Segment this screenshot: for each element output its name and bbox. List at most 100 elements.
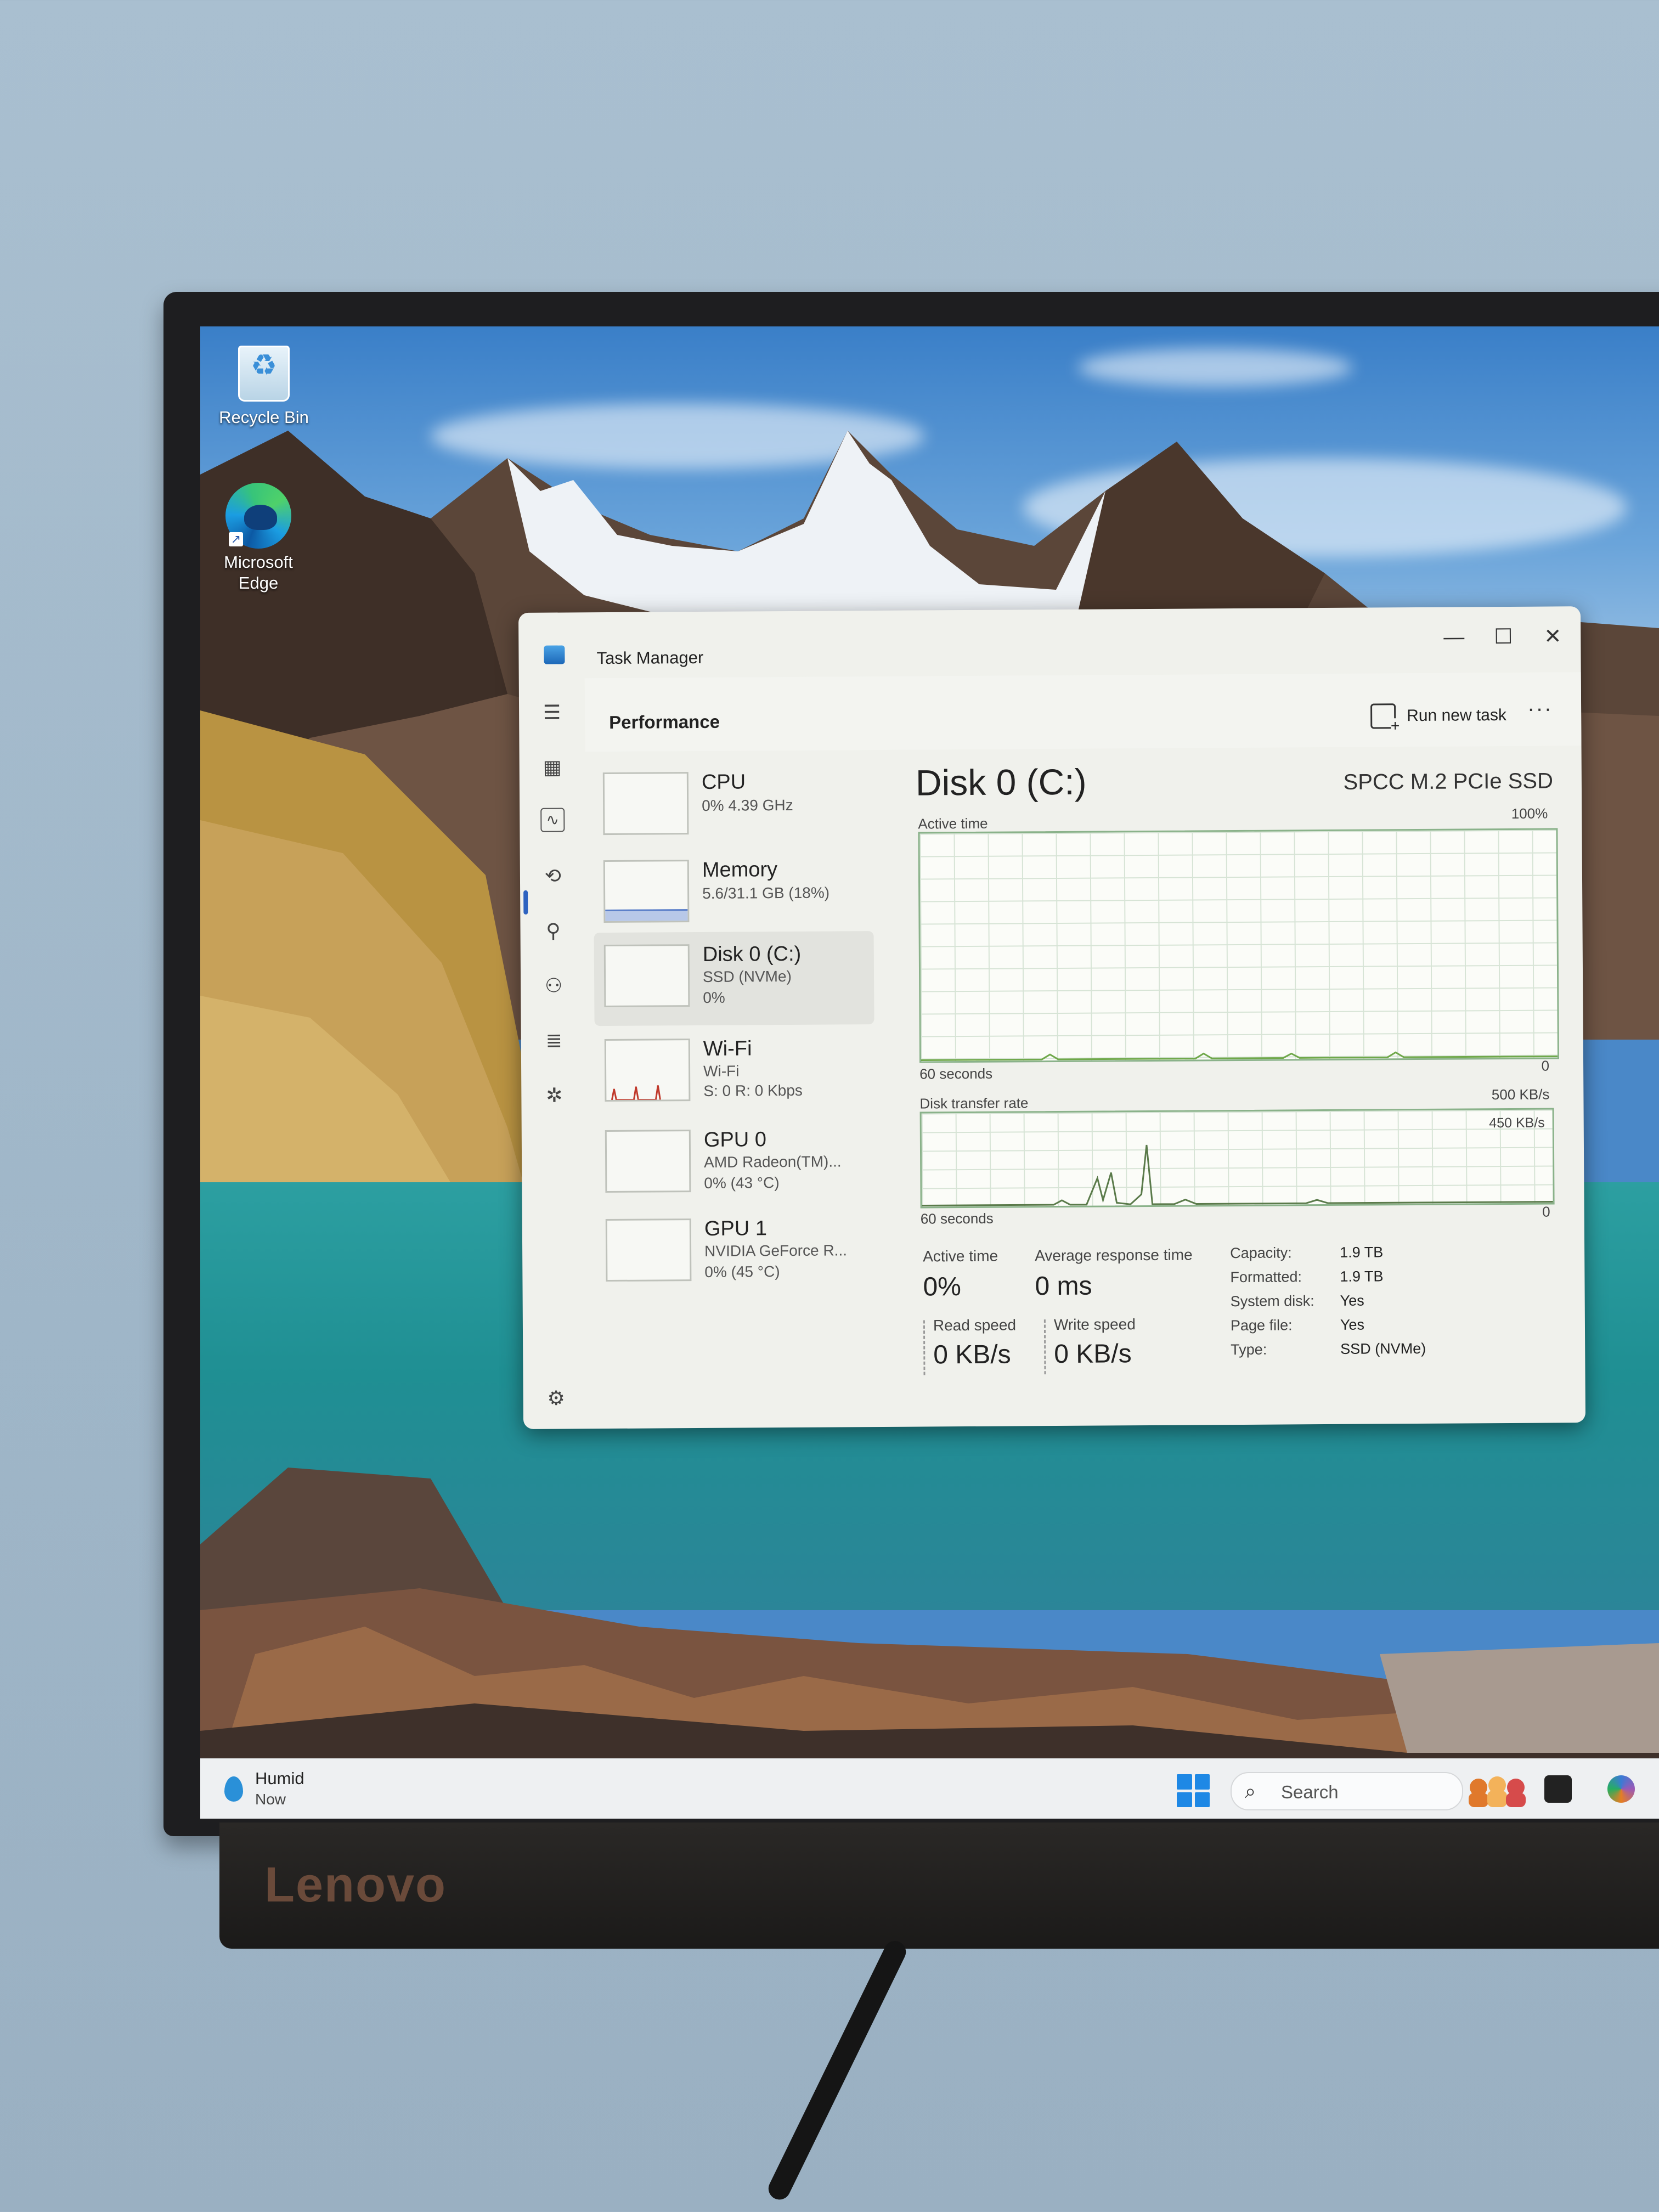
shortcut-arrow-icon: ↗ [229,532,243,546]
perf-item-sub: SSD (NVMe) [702,967,792,985]
start-button[interactable] [1177,1774,1210,1807]
memory-thumbnail-graph [603,860,690,923]
property-key: Capacity: [1230,1244,1292,1262]
write-speed-divider [1043,1319,1046,1375]
read-speed-label: Read speed [933,1316,1017,1334]
window-title: Task Manager [596,647,704,668]
property-value: 1.9 TB [1340,1244,1384,1261]
window-titlebar[interactable]: Task Manager — ☐ ✕ [518,606,1581,679]
active-time-line [921,1051,1558,1062]
property-key: Type: [1231,1341,1267,1358]
perf-item-cpu[interactable]: CPU 0% 4.39 GHz [593,759,873,847]
memory-usage-fill [605,909,688,922]
perf-item-gpu1[interactable]: GPU 1 NVIDIA GeForce R... 0% (45 °C) [596,1205,876,1294]
read-speed-divider [923,1320,926,1375]
active-time-graph-label: Active time [918,815,988,832]
write-speed-value: 0 KB/s [1054,1339,1132,1369]
edge-icon: ↗ [225,483,291,549]
close-button[interactable]: ✕ [1528,617,1577,656]
transfer-rate-graph-max: 500 KB/s [1491,1086,1550,1103]
avg-response-value: 0 ms [1035,1271,1092,1301]
active-time-label: Active time [923,1247,998,1265]
run-new-task-button[interactable]: Run new task [1370,700,1506,732]
perf-item-sub: 5.6/31.1 GB (18%) [702,884,830,902]
property-key: Page file: [1230,1317,1293,1334]
people-widget-icon[interactable] [1462,1771,1533,1809]
perf-item-wifi[interactable]: Wi-Fi Wi-Fi S: 0 R: 0 Kbps [595,1025,875,1114]
transfer-rate-graph-min: 0 [1542,1203,1550,1220]
property-key: Formatted: [1230,1268,1302,1286]
windows-logo-icon [1177,1774,1192,1790]
startup-apps-icon[interactable]: ⚲ [541,918,565,943]
perf-item-name: Memory [702,858,778,882]
transfer-rate-graph: 450 KB/s [919,1108,1555,1209]
taskbar-app-icon[interactable] [1544,1775,1572,1803]
desktop-icon-label: Recycle Bin [219,408,309,427]
search-placeholder: Search [1281,1782,1339,1802]
perf-item-sub: AMD Radeon(TM)... [704,1153,842,1171]
property-value: Yes [1340,1292,1364,1309]
wifi-activity-spikes [611,1085,661,1101]
copilot-icon[interactable] [1607,1775,1635,1803]
property-key: System disk: [1230,1293,1314,1310]
taskbar: Humid Now ⌕ Search [200,1758,1659,1819]
perf-item-name: GPU 1 [704,1217,768,1240]
property-value: Yes [1340,1316,1365,1333]
users-icon[interactable]: ⚇ [541,973,566,997]
wallpaper-hill [200,710,551,1204]
active-time-graph-max: 100% [1511,805,1548,822]
perf-item-sub: Wi-Fi [703,1062,740,1080]
perf-item-name: GPU 0 [703,1128,767,1152]
desktop-icon-edge[interactable]: ↗ Microsoft Edge [209,483,308,594]
disk-thumbnail-graph [603,944,690,1008]
maximize-button[interactable]: ☐ [1479,618,1528,657]
detail-title: Disk 0 (C:) [915,761,1087,803]
services-icon[interactable]: ✲ [542,1083,566,1107]
perf-item-name: Disk 0 (C:) [702,942,802,966]
task-manager-app-icon [544,645,565,664]
more-options-button[interactable]: ··· [1527,696,1553,721]
task-manager-window[interactable]: Task Manager — ☐ ✕ ☰ ▦ ∿ ⟲ ⚲ ⚇ ≣ ✲ ⚙ Per… [518,606,1586,1429]
page-title: Performance [609,711,720,732]
perf-item-sub: 0% (43 °C) [704,1174,780,1192]
desktop-icon-recycle-bin[interactable]: Recycle Bin [209,346,319,428]
app-history-icon[interactable]: ⟲ [541,864,565,888]
active-time-graph-min: 0 [1541,1057,1550,1074]
taskbar-search[interactable]: ⌕ Search [1231,1772,1463,1810]
perf-item-memory[interactable]: Memory 5.6/31.1 GB (18%) [594,847,874,935]
page-header: Performance Run new task ··· [584,672,1582,752]
perf-item-sub: 0% (45 °C) [704,1263,780,1280]
perf-item-sub: 0% 4.39 GHz [702,796,793,814]
property-value: 1.9 TB [1340,1268,1384,1285]
details-icon[interactable]: ≣ [542,1028,566,1052]
performance-list: CPU 0% 4.39 GHz Memory 5.6/31.1 GB (18%)… [585,750,910,1429]
wifi-thumbnail-graph [604,1039,691,1102]
hamburger-icon[interactable]: ☰ [540,700,564,724]
transfer-rate-graph-label: Disk transfer rate [919,1094,1029,1112]
transfer-rate-line [922,1144,1553,1207]
performance-icon[interactable]: ∿ [540,808,565,832]
perf-item-gpu0[interactable]: GPU 0 AMD Radeon(TM)... 0% (43 °C) [595,1116,876,1205]
run-task-icon [1370,703,1396,729]
desktop-screen: Recycle Bin ↗ Microsoft Edge Task Manage… [200,326,1659,1819]
raindrop-icon [224,1776,243,1802]
disk-model: SPCC M.2 PCIe SSD [1343,769,1554,794]
active-time-value: 0% [923,1272,962,1302]
perf-item-sub: NVIDIA GeForce R... [704,1242,848,1260]
disk-detail-pane: Disk 0 (C:) SPCC M.2 PCIe SSD Active tim… [906,746,1579,1426]
perf-item-disk[interactable]: Disk 0 (C:) SSD (NVMe) 0% [594,931,874,1026]
minimize-button[interactable]: — [1429,618,1479,657]
run-new-task-label: Run new task [1407,706,1507,725]
weather-time: Now [255,1791,286,1808]
read-speed-value: 0 KB/s [933,1340,1011,1370]
gpu1-thumbnail-graph [605,1218,692,1282]
cpu-thumbnail-graph [602,772,689,836]
settings-icon[interactable]: ⚙ [544,1386,568,1410]
transfer-rate-graph-duration: 60 seconds [920,1210,994,1227]
desktop-icon-label: Microsoft Edge [224,552,293,592]
perf-item-name: Wi-Fi [703,1037,752,1060]
processes-icon[interactable]: ▦ [540,755,565,779]
wallpaper-cloud [1078,348,1352,387]
gpu0-thumbnail-graph [605,1130,691,1193]
recycle-bin-icon [238,346,290,402]
